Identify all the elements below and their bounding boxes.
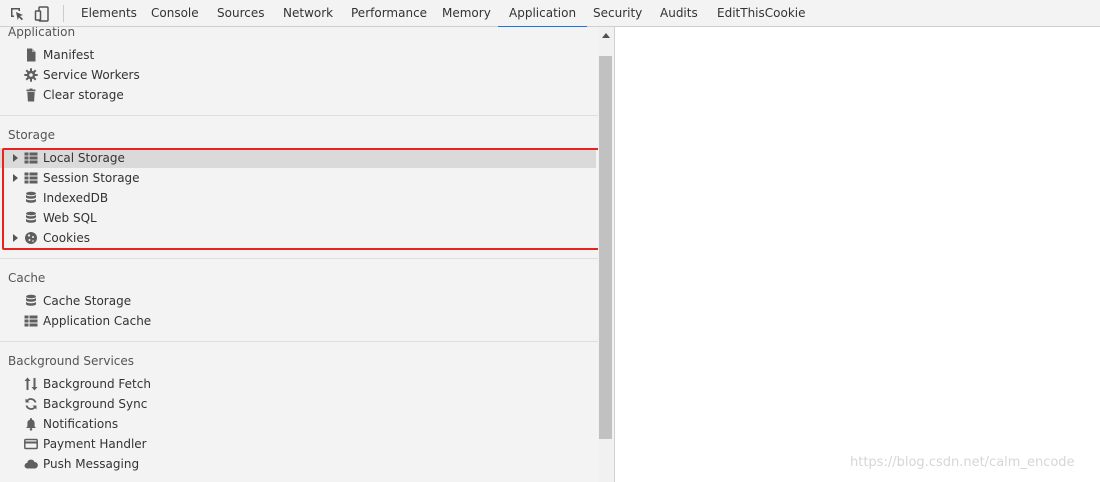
tab-console[interactable]: Console: [151, 0, 199, 27]
gear-icon: [24, 68, 38, 82]
sidebar-item-background-sync[interactable]: Background Sync: [0, 394, 596, 414]
sidebar-item-web-sql[interactable]: Web SQL: [0, 208, 596, 228]
trash-icon: [26, 88, 36, 102]
section-divider: [0, 115, 598, 116]
database-icon: [26, 191, 36, 203]
grid-icon: [24, 315, 38, 327]
tab-application[interactable]: Application: [497, 0, 588, 28]
section-title-storage: Storage: [8, 128, 55, 142]
inspect-element-icon[interactable]: [9, 6, 25, 22]
sidebar-item-label: Cookies: [43, 231, 90, 245]
watermark-text: https://blog.csdn.net/calm_encode: [850, 455, 1075, 470]
section-divider: [0, 258, 598, 259]
sidebar-item-service-workers[interactable]: Service Workers: [0, 65, 596, 85]
sidebar-item-label: Local Storage: [43, 151, 125, 165]
sidebar-scrollbar[interactable]: [598, 27, 614, 482]
tab-elements[interactable]: Elements: [81, 0, 137, 27]
up-down-arrows-icon: [24, 377, 38, 391]
tab-memory[interactable]: Memory: [442, 0, 491, 27]
sidebar-item-label: Manifest: [43, 48, 95, 62]
cookie-icon: [25, 232, 37, 244]
sidebar-item-label: Background Sync: [43, 397, 148, 411]
database-icon: [26, 211, 36, 223]
sidebar-item-background-fetch[interactable]: Background Fetch: [0, 374, 596, 394]
sidebar-item-local-storage[interactable]: Local Storage: [0, 148, 596, 168]
sync-icon: [25, 398, 37, 410]
sidebar-item-label: IndexedDB: [43, 191, 109, 205]
devtools-tab-bar: Elements Console Sources Network Perform…: [0, 0, 1100, 28]
sidebar-item-indexeddb[interactable]: IndexedDB: [0, 188, 596, 208]
scrollbar-thumb[interactable]: [599, 56, 612, 439]
sidebar-item-manifest[interactable]: Manifest: [0, 45, 596, 65]
sidebar-item-label: Push Messaging: [43, 457, 140, 471]
application-main-pane: [615, 27, 1100, 482]
sidebar-item-label: Web SQL: [43, 211, 97, 225]
sidebar-item-cache-storage[interactable]: Cache Storage: [0, 291, 596, 311]
tab-security[interactable]: Security: [593, 0, 642, 27]
sidebar-item-label: Cache Storage: [43, 294, 132, 308]
database-icon: [26, 294, 36, 306]
expand-arrow-icon[interactable]: [13, 174, 18, 182]
tab-network[interactable]: Network: [283, 0, 333, 27]
sidebar-item-push-messaging[interactable]: Push Messaging: [0, 454, 596, 474]
scroll-up-arrow-icon[interactable]: [602, 33, 610, 38]
sidebar-item-clear-storage[interactable]: Clear storage: [0, 85, 596, 105]
card-icon: [24, 438, 38, 450]
section-divider: [0, 341, 598, 342]
section-title-cache: Cache: [8, 271, 46, 285]
section-title-application: Application: [8, 27, 76, 39]
sidebar-item-application-cache[interactable]: Application Cache: [0, 311, 596, 331]
sidebar-item-label: Application Cache: [43, 314, 152, 328]
bell-icon: [26, 418, 36, 431]
tab-editthiscookie[interactable]: EditThisCookie: [717, 0, 806, 27]
grid-icon: [24, 152, 38, 164]
sidebar-item-label: Service Workers: [43, 68, 140, 82]
sidebar-item-cookies[interactable]: Cookies: [0, 228, 596, 248]
cloud-icon: [24, 459, 38, 469]
sidebar-item-label: Payment Handler: [43, 437, 147, 451]
sidebar-item-label: Notifications: [43, 417, 119, 431]
sidebar-item-notifications[interactable]: Notifications: [0, 414, 596, 434]
tab-audits[interactable]: Audits: [660, 0, 698, 27]
sidebar-item-session-storage[interactable]: Session Storage: [0, 168, 596, 188]
device-toolbar-icon[interactable]: [34, 6, 50, 22]
toolbar-separator: [63, 5, 64, 22]
tab-performance[interactable]: Performance: [351, 0, 427, 27]
grid-icon: [24, 172, 38, 184]
section-title-background-services: Background Services: [8, 354, 135, 368]
expand-arrow-icon[interactable]: [13, 234, 18, 242]
tab-sources[interactable]: Sources: [217, 0, 264, 27]
sidebar-item-label: Clear storage: [43, 88, 124, 102]
sidebar-item-label: Session Storage: [43, 171, 140, 185]
file-icon: [27, 48, 36, 62]
application-sidebar: Application Manifest Service Workers Cle…: [0, 27, 598, 482]
sidebar-item-payment-handler[interactable]: Payment Handler: [0, 434, 596, 454]
expand-arrow-icon[interactable]: [13, 154, 18, 162]
sidebar-item-label: Background Fetch: [43, 377, 151, 391]
